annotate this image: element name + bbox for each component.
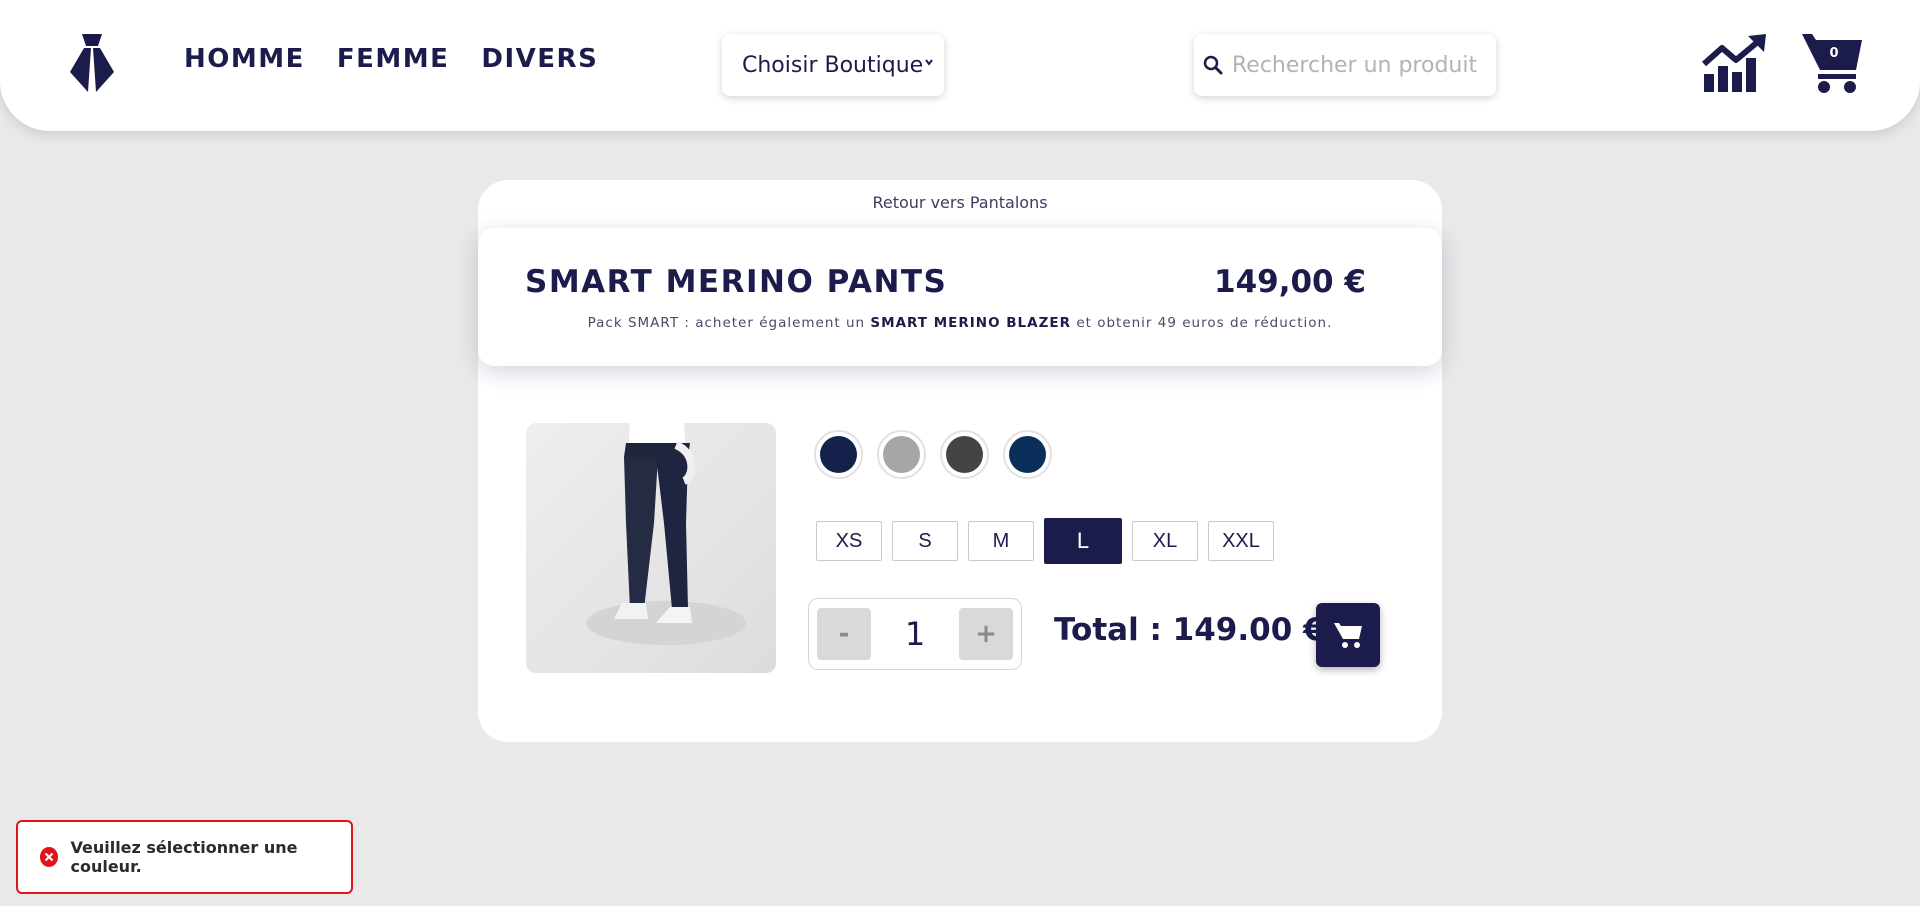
color-swatch-navy[interactable] [814,430,863,479]
pack-note-prefix: Pack SMART : acheter également un [587,315,866,331]
color-swatch-blue[interactable] [1003,430,1052,479]
pants-image [586,423,746,645]
product-title-box: SMART MERINO PANTS 149,00 € Pack SMART :… [478,228,1442,366]
size-l[interactable]: L [1044,518,1122,564]
swatch-dot [883,436,920,473]
main-nav: HOMME FEMME DIVERS [184,44,598,74]
pack-note-suffix: et obtenir 49 euros de réduction. [1076,315,1333,331]
site-header: HOMME FEMME DIVERS Choisir Boutique 0 [0,0,1920,131]
chevron-down-icon [925,59,933,66]
nav-divers[interactable]: DIVERS [481,44,598,74]
search-icon [1203,55,1223,75]
shop-select[interactable]: Choisir Boutique [722,34,944,96]
swatch-dot [946,436,983,473]
size-xl[interactable]: XL [1132,521,1198,561]
error-icon [40,847,59,867]
size-xs[interactable]: XS [816,521,882,561]
quantity-plus-button[interactable]: + [959,608,1013,660]
cart-icon[interactable] [1800,30,1864,94]
pack-note: Pack SMART : acheter également un SMART … [478,315,1442,331]
stats-icon[interactable] [1702,34,1768,92]
size-options: XS S M L XL XXL [816,518,1274,564]
quantity-minus-button[interactable]: - [817,608,871,660]
quantity-value[interactable]: 1 [871,615,959,653]
shop-select-value: Choisir Boutique [742,52,924,78]
quantity-stepper: - 1 + [808,598,1022,670]
swatch-dot [1009,436,1046,473]
add-to-cart-button[interactable] [1316,603,1380,667]
product-card: Retour vers Pantalons SMART MERINO PANTS… [478,180,1442,742]
nav-femme[interactable]: FEMME [337,44,450,74]
product-title: SMART MERINO PANTS [525,264,948,300]
back-link[interactable]: Retour vers Pantalons [478,193,1442,212]
cart-count-badge: 0 [1829,46,1839,61]
color-swatch-charcoal[interactable] [940,430,989,479]
product-image [526,423,776,673]
color-swatches [814,430,1052,479]
nav-homme[interactable]: HOMME [184,44,305,74]
color-swatch-grey[interactable] [877,430,926,479]
error-toast: Veuillez sélectionner une couleur. [16,820,353,894]
size-s[interactable]: S [892,521,958,561]
search-box [1194,34,1496,96]
product-price: 149,00 € [1214,264,1366,300]
toast-message: Veuillez sélectionner une couleur. [70,838,298,876]
search-input[interactable] [1232,52,1482,78]
swatch-dot [820,436,857,473]
size-xxl[interactable]: XXL [1208,521,1274,561]
total-price: Total : 149.00 € [1054,612,1325,648]
pack-note-product: SMART MERINO BLAZER [870,315,1072,331]
size-m[interactable]: M [968,521,1034,561]
logo-icon[interactable] [68,32,116,92]
cart-icon [1334,623,1362,648]
